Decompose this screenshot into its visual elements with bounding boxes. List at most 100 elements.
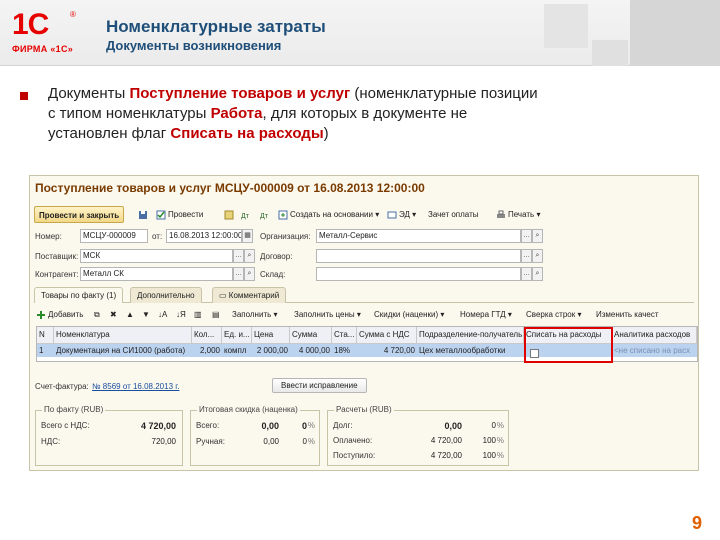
print-button[interactable]: Печать ▾ (492, 206, 544, 223)
date-field[interactable]: 16.08.2013 12:00:00 (166, 229, 242, 243)
header-band: 1С ® ФИРМА «1С» Номенклатурные затраты Д… (0, 0, 720, 66)
organization-field[interactable]: Металл-Сервис (316, 229, 521, 243)
payment-offset-button[interactable]: Зачет оплаты (424, 206, 482, 223)
number-field[interactable]: МСЦУ-000009 (80, 229, 148, 243)
barcode-icon[interactable]: ▥ (194, 307, 202, 322)
enter-correction-button[interactable]: Ввести исправление (272, 378, 367, 393)
percent-sign: % (496, 436, 504, 445)
calendar-button[interactable]: ▦ (242, 229, 253, 243)
contract-label: Договор: (260, 252, 293, 261)
highlight-box (524, 327, 613, 363)
page-number: 9 (691, 513, 702, 533)
table-cell: Цех металлообработки (419, 346, 506, 355)
company-logo: 1С ® ФИРМА «1С» (12, 8, 88, 58)
fill-prices-button[interactable]: Заполнить цены ▾ (294, 307, 361, 322)
counterparty-select-button[interactable]: … (233, 267, 244, 281)
number-label: Номер: (35, 232, 62, 241)
percent-sign: % (496, 451, 504, 460)
counterparty-search-icon[interactable]: ⌕ (244, 267, 255, 281)
warehouse-select-button[interactable]: … (521, 267, 532, 281)
paid-value: 4 720,00 (430, 436, 462, 445)
table-cell: Документация на СИ1000 (работа) (56, 346, 186, 355)
total-label: Всего с НДС: (41, 421, 90, 430)
select-icon[interactable]: ▤ (212, 307, 220, 322)
supplier-label: Поставщик: (35, 252, 79, 261)
table-cell: 1 (39, 346, 44, 355)
discounts-button[interactable]: Скидки (наценки) ▾ (374, 307, 444, 322)
move-up-icon[interactable]: ▲ (126, 307, 134, 322)
discount-totals-group: Итоговая скидка (наценка) Всего: 0,00 0 … (190, 405, 320, 466)
table-header-cell[interactable]: Аналитика расходов (612, 327, 697, 344)
settlements-group: Расчеты (RUB) Долг: 0,00 0 % Оплачено: 4… (327, 405, 509, 466)
group-title: Расчеты (RUB) (334, 405, 394, 414)
table-header-cell[interactable]: Сумма (290, 327, 332, 344)
ed-button[interactable]: ЭД ▾ (383, 206, 420, 223)
table-header-cell[interactable]: Цена (252, 327, 290, 344)
percent-sign: % (496, 421, 504, 430)
fill-button[interactable]: Заполнить ▾ (232, 307, 278, 322)
gtd-numbers-button[interactable]: Номера ГТД ▾ (460, 307, 512, 322)
warehouse-search-icon[interactable]: ⌕ (532, 267, 543, 281)
invoice-link[interactable]: № 8569 от 16.08.2013 г. (92, 382, 179, 391)
sort-desc-icon[interactable]: ↓Я (176, 307, 186, 322)
print-icon (497, 210, 505, 218)
document-tabs: Товары по факту (1) Дополнительно ▭ Комм… (34, 287, 694, 303)
received-label: Поступило: (333, 451, 376, 460)
tab-additional[interactable]: Дополнительно (130, 287, 202, 303)
table-header-cell[interactable]: Сумма с НДС (357, 327, 417, 344)
group-title: По факту (RUB) (42, 405, 106, 414)
change-quality-button[interactable]: Изменить качест (596, 307, 659, 322)
paid-label: Оплачено: (333, 436, 373, 445)
tab-comment[interactable]: ▭ Комментарий (212, 287, 287, 303)
counterparty-field[interactable]: Металл СК (80, 267, 233, 281)
fact-totals-group: По факту (RUB) Всего с НДС: 4 720,00 НДС… (35, 405, 183, 466)
table-cell: 2 000,00 (256, 346, 288, 355)
paid-percent: 100 (482, 436, 496, 445)
post-and-close-button[interactable]: Провести и закрыть (34, 206, 125, 223)
supplier-search-icon[interactable]: ⌕ (244, 249, 255, 263)
table-header-cell[interactable]: Номенклатура (54, 327, 192, 344)
supplier-select-button[interactable]: … (233, 249, 244, 263)
manual-discount-value: 0,00 (263, 437, 279, 446)
slide-title: Номенклатурные затраты (106, 17, 326, 36)
move-down-icon[interactable]: ▼ (142, 307, 150, 322)
table-header-cell[interactable]: Подразделение-получатель (417, 327, 524, 344)
post-button[interactable]: Провести (152, 206, 207, 223)
counterparty-label: Контрагент: (35, 270, 79, 279)
supplier-field[interactable]: МСК (80, 249, 233, 263)
manual-discount-percent: 0 (302, 437, 307, 446)
total-value: 4 720,00 (140, 421, 176, 431)
debt-percent: 0 (491, 421, 496, 430)
dt-kt-nu-icon[interactable]: Дт (256, 206, 276, 223)
vat-value: 720,00 (151, 437, 176, 446)
logo-mark: 1С (12, 8, 49, 41)
svg-text:Дт: Дт (260, 213, 269, 220)
document-toolbar: Провести и закрыть Провести Дт Дт Создат… (34, 206, 694, 224)
add-icon (37, 310, 45, 319)
copy-row-icon[interactable]: ⧉ (94, 307, 100, 322)
organization-label: Организация: (260, 232, 311, 241)
reconcile-rows-button[interactable]: Сверка строк ▾ (526, 307, 582, 322)
organization-search-icon[interactable]: ⌕ (532, 229, 543, 243)
sort-asc-icon[interactable]: ↓A (158, 307, 167, 322)
contract-search-icon[interactable]: ⌕ (532, 249, 543, 263)
bullet-text: Документы Поступление товаров и услуг (н… (48, 85, 538, 142)
contract-field[interactable] (316, 249, 521, 263)
dt-kt-icon[interactable]: Дт (237, 206, 257, 223)
delete-row-icon[interactable]: ✖ (110, 307, 117, 322)
tab-goods[interactable]: Товары по факту (1) (34, 287, 124, 303)
date-label: от: (152, 232, 163, 241)
create-based-on-button[interactable]: Создать на основании ▾ (274, 206, 383, 223)
document-window: Поступление товаров и услуг МСЦУ-000009 … (29, 175, 699, 471)
warehouse-field[interactable] (316, 267, 521, 281)
discount-total-label: Всего: (196, 421, 220, 430)
add-row-button[interactable]: Добавить (36, 307, 83, 322)
invoice-label: Счет-фактура: (35, 382, 89, 391)
table-header-cell[interactable]: N (37, 327, 54, 344)
contract-select-button[interactable]: … (521, 249, 532, 263)
table-header-cell[interactable]: Ед. и... (222, 327, 252, 344)
table-header-cell[interactable]: Кол... (192, 327, 222, 344)
organization-select-button[interactable]: … (521, 229, 532, 243)
table-header-cell[interactable]: Ста... (332, 327, 357, 344)
save-icon[interactable] (134, 206, 154, 223)
